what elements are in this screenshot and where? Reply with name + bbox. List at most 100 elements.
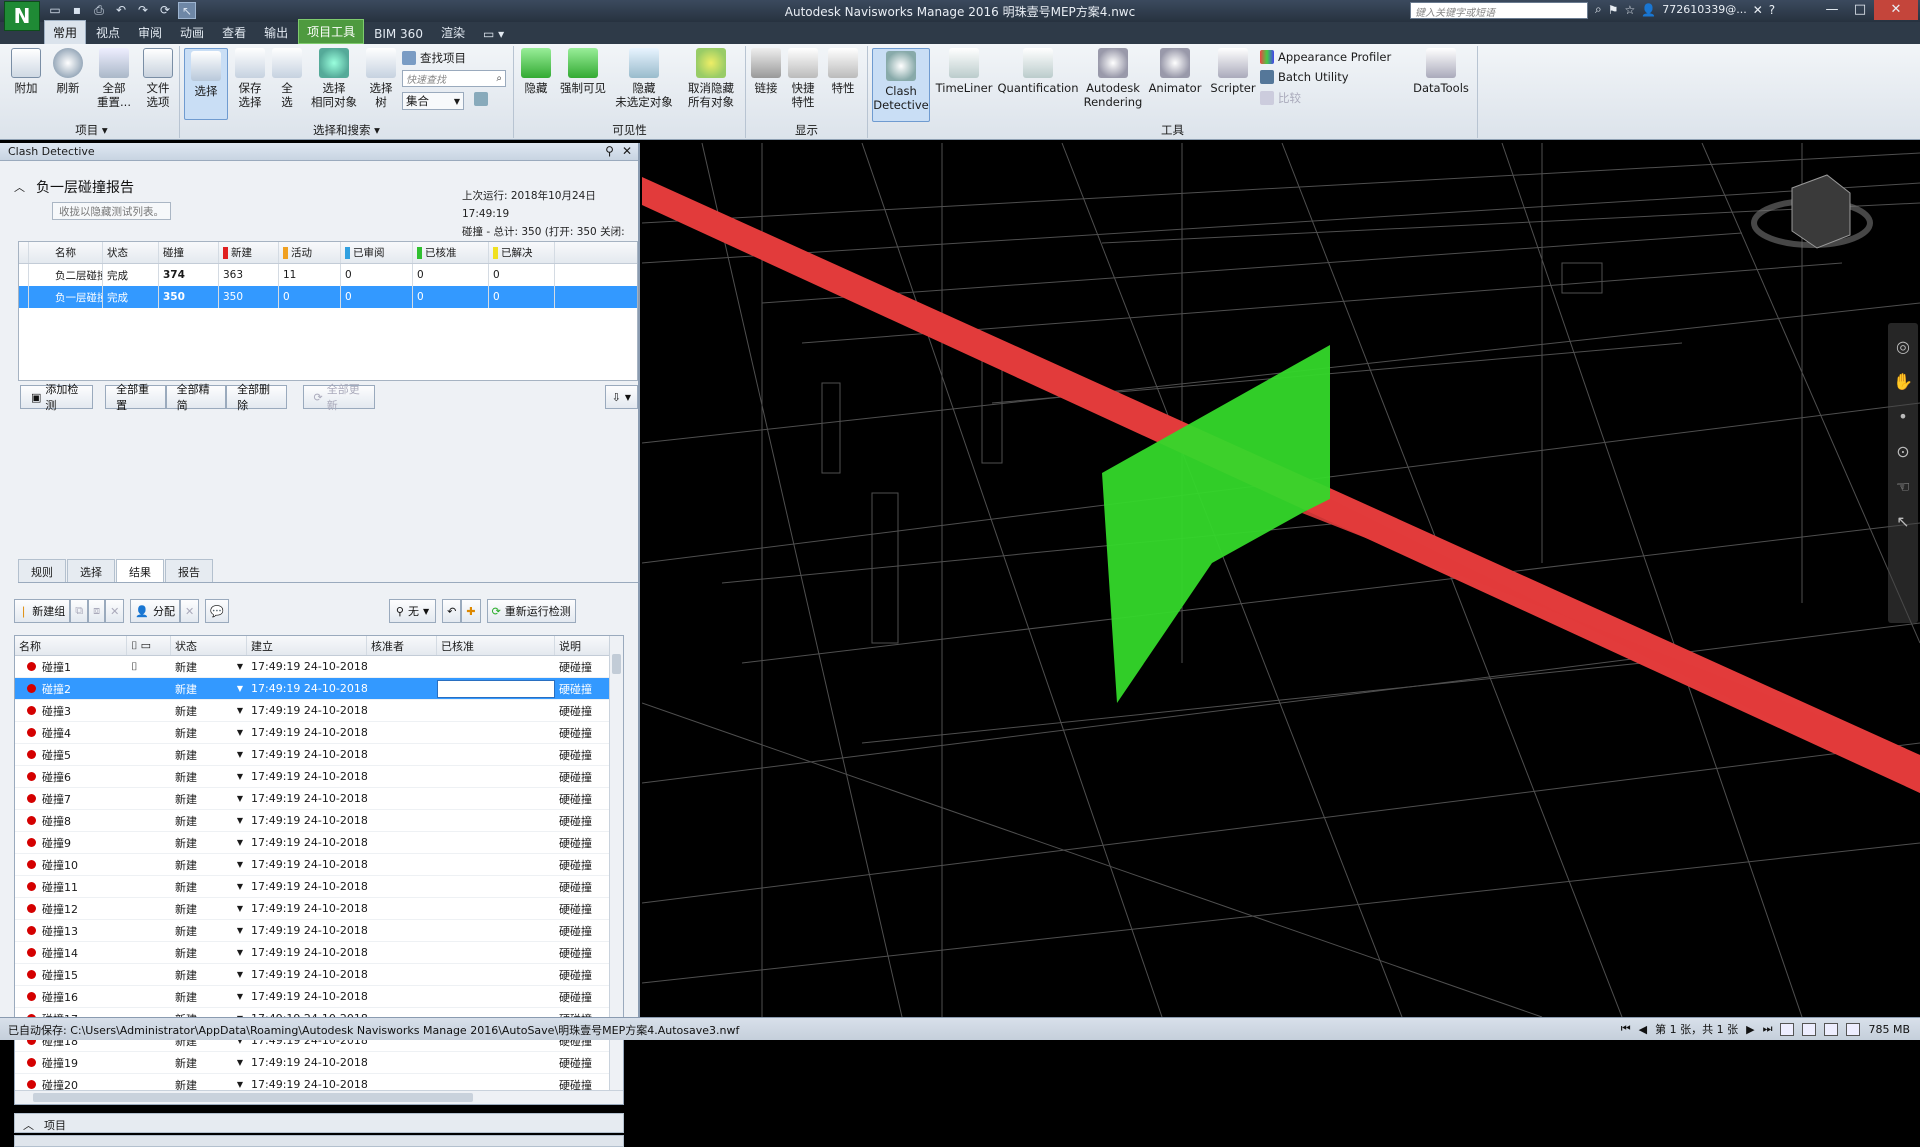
status-dropdown[interactable]: 新建 ▼ bbox=[171, 722, 247, 743]
minimize-button[interactable]: — bbox=[1818, 0, 1846, 20]
status-dropdown[interactable]: 新建 ▼ bbox=[171, 788, 247, 809]
delete-all-button[interactable]: 全部删除 bbox=[226, 383, 287, 412]
status-dropdown[interactable]: 新建 ▼ bbox=[171, 854, 247, 875]
panel-title[interactable]: 选择和搜索 ▾ bbox=[180, 122, 513, 138]
viewcube[interactable] bbox=[1751, 174, 1873, 249]
status-dropdown[interactable]: 新建 ▼ bbox=[171, 656, 247, 677]
col-name[interactable]: 名称 bbox=[29, 242, 103, 263]
quick-find-input[interactable]: 快速查找 ⌕ bbox=[402, 70, 506, 87]
hide-button[interactable]: 隐藏 bbox=[518, 48, 554, 95]
quantification-button[interactable]: Quantification bbox=[996, 48, 1080, 95]
status-dropdown[interactable]: 新建 ▼ bbox=[171, 678, 247, 699]
close-icon[interactable]: ✕ bbox=[622, 144, 632, 158]
result-row[interactable]: 碰撞14 新建 ▼ 17:49:19 24-10-2018 硬碰撞 bbox=[15, 942, 623, 964]
tab-results[interactable]: 结果 bbox=[116, 559, 164, 582]
last-page-icon[interactable]: ⏭ bbox=[1763, 1022, 1773, 1036]
result-approved[interactable] bbox=[437, 656, 555, 677]
select-button[interactable]: 选择 bbox=[184, 48, 228, 120]
unhide-all-button[interactable]: 取消隐藏 所有对象 bbox=[680, 48, 742, 109]
exchange-icon[interactable]: ✕ bbox=[1753, 3, 1763, 17]
pan-icon[interactable]: ✋ bbox=[1893, 372, 1913, 391]
tab-animation[interactable]: 动画 bbox=[172, 21, 212, 44]
status-dropdown[interactable]: 新建 ▼ bbox=[171, 744, 247, 765]
test-row[interactable]: 负二层碰撞报告 完成 374 363 11 0 0 0 bbox=[19, 264, 637, 286]
prev-page-icon[interactable]: ◀ bbox=[1639, 1023, 1647, 1036]
first-page-icon[interactable]: ⏮ bbox=[1621, 1022, 1631, 1036]
result-approved[interactable] bbox=[437, 722, 555, 743]
datatools-button[interactable]: DataTools bbox=[1410, 48, 1472, 95]
status-dropdown[interactable]: 新建 ▼ bbox=[171, 964, 247, 985]
binoculars-icon[interactable]: ⌕ bbox=[1595, 2, 1602, 17]
select-tool-icon[interactable]: ↖ bbox=[1896, 512, 1909, 531]
pin-icon[interactable]: ⚲ bbox=[605, 144, 614, 158]
status-dropdown[interactable]: 新建 ▼ bbox=[171, 832, 247, 853]
append-button[interactable]: 附加 bbox=[8, 48, 44, 95]
help-search-input[interactable]: 键入关键字或短语 bbox=[1410, 2, 1588, 19]
filter-dropdown[interactable]: ⚲ 无 ▼ bbox=[388, 599, 437, 623]
result-approved[interactable] bbox=[437, 964, 555, 985]
result-approved[interactable] bbox=[437, 744, 555, 765]
help-icon[interactable]: ? bbox=[1769, 3, 1775, 17]
col-active[interactable]: 活动 bbox=[279, 242, 341, 263]
print-icon[interactable]: ⎙ bbox=[90, 2, 108, 19]
file-options-button[interactable]: 文件 选项 bbox=[140, 48, 176, 109]
col-created[interactable]: 建立 bbox=[247, 636, 367, 655]
tab-home[interactable]: 常用 bbox=[44, 20, 87, 44]
assign-button[interactable]: 👤 分配 bbox=[130, 599, 180, 623]
result-row[interactable]: 碰撞16 新建 ▼ 17:49:19 24-10-2018 硬碰撞 bbox=[15, 986, 623, 1008]
tab-output[interactable]: 输出 bbox=[256, 21, 296, 44]
sets-manage-button[interactable] bbox=[474, 92, 488, 106]
disk-icon[interactable] bbox=[1824, 1022, 1839, 1036]
tab-report[interactable]: 报告 bbox=[165, 559, 213, 582]
save-selection-button[interactable]: 保存 选择 bbox=[232, 48, 268, 109]
appearance-profiler-button[interactable]: Appearance Profiler bbox=[1260, 50, 1391, 64]
3d-viewport[interactable]: ◎ ✋ • ⊙ ☜ ↖ bbox=[642, 143, 1920, 1017]
refresh-icon[interactable]: ⟳ bbox=[156, 2, 174, 19]
highlight-button[interactable]: ✚ bbox=[461, 599, 481, 623]
user-icon[interactable]: 👤 bbox=[1641, 3, 1656, 17]
result-approved[interactable] bbox=[437, 920, 555, 941]
result-approved[interactable] bbox=[437, 810, 555, 831]
col-description[interactable]: 说明 bbox=[555, 636, 611, 655]
sheet-browser-icon[interactable] bbox=[1780, 1022, 1795, 1036]
batch-utility-button[interactable]: Batch Utility bbox=[1260, 70, 1349, 84]
select-all-button[interactable]: 全 选 bbox=[272, 48, 302, 109]
result-approved[interactable] bbox=[437, 700, 555, 721]
scroll-thumb[interactable] bbox=[33, 1093, 473, 1102]
col-status[interactable]: 状态 bbox=[103, 242, 159, 263]
animator-button[interactable]: Animator bbox=[1146, 48, 1204, 95]
timeliner-button[interactable]: TimeLiner bbox=[934, 48, 994, 95]
ungroup-icon-button[interactable]: ⧈ bbox=[88, 599, 106, 623]
comment-button[interactable]: 💬 bbox=[205, 599, 229, 623]
add-test-button[interactable]: ▣ 添加检测 bbox=[20, 383, 94, 412]
clash-wall-green[interactable] bbox=[1102, 345, 1330, 703]
export-dropdown[interactable]: ⇩ ▼ bbox=[604, 385, 638, 409]
select-same-button[interactable]: 选择 相同对象 bbox=[306, 48, 362, 109]
result-row[interactable]: 碰撞5 新建 ▼ 17:49:19 24-10-2018 硬碰撞 bbox=[15, 744, 623, 766]
col-approved[interactable]: 已核准 bbox=[437, 636, 555, 655]
result-approved[interactable] bbox=[437, 1052, 555, 1073]
result-row[interactable]: 碰撞6 新建 ▼ 17:49:19 24-10-2018 硬碰撞 bbox=[15, 766, 623, 788]
zoom-icon[interactable]: • bbox=[1898, 407, 1907, 426]
status-dropdown[interactable]: 新建 ▼ bbox=[171, 700, 247, 721]
tab-extra[interactable]: ▭ ▾ bbox=[475, 24, 512, 44]
star-icon[interactable]: ☆ bbox=[1625, 3, 1636, 17]
result-row[interactable]: 碰撞13 新建 ▼ 17:49:19 24-10-2018 硬碰撞 bbox=[15, 920, 623, 942]
result-row[interactable]: 碰撞15 新建 ▼ 17:49:19 24-10-2018 硬碰撞 bbox=[15, 964, 623, 986]
result-approved[interactable] bbox=[437, 766, 555, 787]
result-row[interactable]: 碰撞11 新建 ▼ 17:49:19 24-10-2018 硬碰撞 bbox=[15, 876, 623, 898]
result-row[interactable]: 碰撞9 新建 ▼ 17:49:19 24-10-2018 硬碰撞 bbox=[15, 832, 623, 854]
col-approved-by[interactable]: 核准者 bbox=[367, 636, 437, 655]
reset-all-tests-button[interactable]: 全部重置 bbox=[105, 383, 166, 412]
tab-render[interactable]: 渲染 bbox=[433, 21, 473, 44]
col-clashes[interactable]: 碰撞 bbox=[159, 242, 219, 263]
result-row[interactable]: 碰撞7 新建 ▼ 17:49:19 24-10-2018 硬碰撞 bbox=[15, 788, 623, 810]
sets-dropdown[interactable]: 集合 ▼ bbox=[402, 92, 464, 110]
status-dropdown[interactable]: 新建 ▼ bbox=[171, 766, 247, 787]
result-row[interactable]: 碰撞12 新建 ▼ 17:49:19 24-10-2018 硬碰撞 bbox=[15, 898, 623, 920]
properties-button[interactable]: 特性 bbox=[826, 48, 860, 95]
rendering-button[interactable]: Autodesk Rendering bbox=[1082, 48, 1144, 109]
test-row-selected[interactable]: 负一层碰撞报告 完成 350 350 0 0 0 0 bbox=[19, 286, 637, 308]
subscription-icon[interactable]: ⚑ bbox=[1608, 3, 1619, 17]
result-approved[interactable] bbox=[437, 832, 555, 853]
